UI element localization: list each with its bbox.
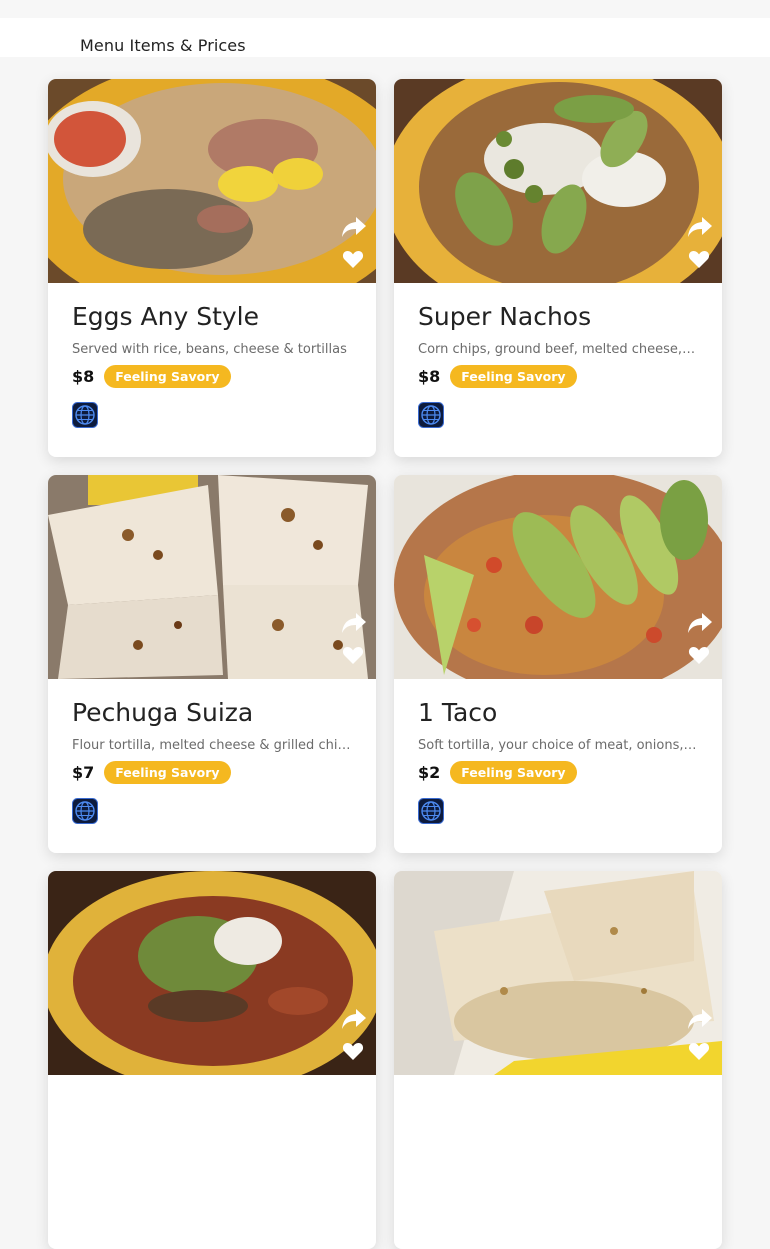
menu-grid: Eggs Any Style Served with rice, beans, …	[0, 57, 770, 1249]
menu-card[interactable]	[48, 871, 376, 1249]
item-description: Corn chips, ground beef, melted cheese, …	[418, 342, 698, 357]
category-badge: Feeling Savory	[104, 760, 231, 784]
menu-card[interactable]: Super Nachos Corn chips, ground beef, me…	[394, 79, 722, 457]
item-description: Flour tortilla, melted cheese & grilled …	[72, 738, 352, 753]
share-icon[interactable]	[687, 611, 713, 635]
menu-card[interactable]	[394, 871, 722, 1249]
top-strip	[0, 0, 770, 18]
share-icon[interactable]	[687, 215, 713, 239]
heart-icon[interactable]	[688, 1041, 710, 1061]
globe-icon[interactable]	[72, 798, 98, 824]
share-icon[interactable]	[341, 1007, 367, 1031]
page-header: Menu Items & Prices	[0, 18, 770, 57]
menu-card[interactable]: Pechuga Suiza Flour tortilla, melted che…	[48, 475, 376, 853]
food-photo	[394, 871, 722, 1075]
menu-card[interactable]: 1 Taco Soft tortilla, your choice of mea…	[394, 475, 722, 853]
item-price: $2	[418, 762, 441, 782]
heart-icon[interactable]	[342, 249, 364, 269]
share-icon[interactable]	[687, 1007, 713, 1031]
heart-icon[interactable]	[688, 249, 710, 269]
globe-icon[interactable]	[72, 402, 98, 428]
food-photo	[48, 871, 376, 1075]
food-photo	[48, 475, 376, 679]
item-name: Super Nachos	[418, 302, 592, 331]
menu-card[interactable]: Eggs Any Style Served with rice, beans, …	[48, 79, 376, 457]
item-name: 1 Taco	[418, 698, 498, 727]
food-photo	[394, 79, 722, 283]
globe-icon[interactable]	[418, 798, 444, 824]
category-badge: Feeling Savory	[450, 760, 577, 784]
item-price: $8	[72, 366, 95, 386]
item-price: $8	[418, 366, 441, 386]
heart-icon[interactable]	[342, 645, 364, 665]
share-icon[interactable]	[341, 215, 367, 239]
category-badge: Feeling Savory	[104, 364, 231, 388]
heart-icon[interactable]	[342, 1041, 364, 1061]
item-price: $7	[72, 762, 95, 782]
category-badge: Feeling Savory	[450, 364, 577, 388]
item-name: Eggs Any Style	[72, 302, 259, 331]
page-title: Menu Items & Prices	[80, 36, 246, 55]
globe-icon[interactable]	[418, 402, 444, 428]
item-description: Served with rice, beans, cheese & tortil…	[72, 342, 347, 357]
food-photo	[48, 79, 376, 283]
heart-icon[interactable]	[688, 645, 710, 665]
share-icon[interactable]	[341, 611, 367, 635]
item-description: Soft tortilla, your choice of meat, onio…	[418, 738, 698, 753]
item-name: Pechuga Suiza	[72, 698, 254, 727]
food-photo	[394, 475, 722, 679]
